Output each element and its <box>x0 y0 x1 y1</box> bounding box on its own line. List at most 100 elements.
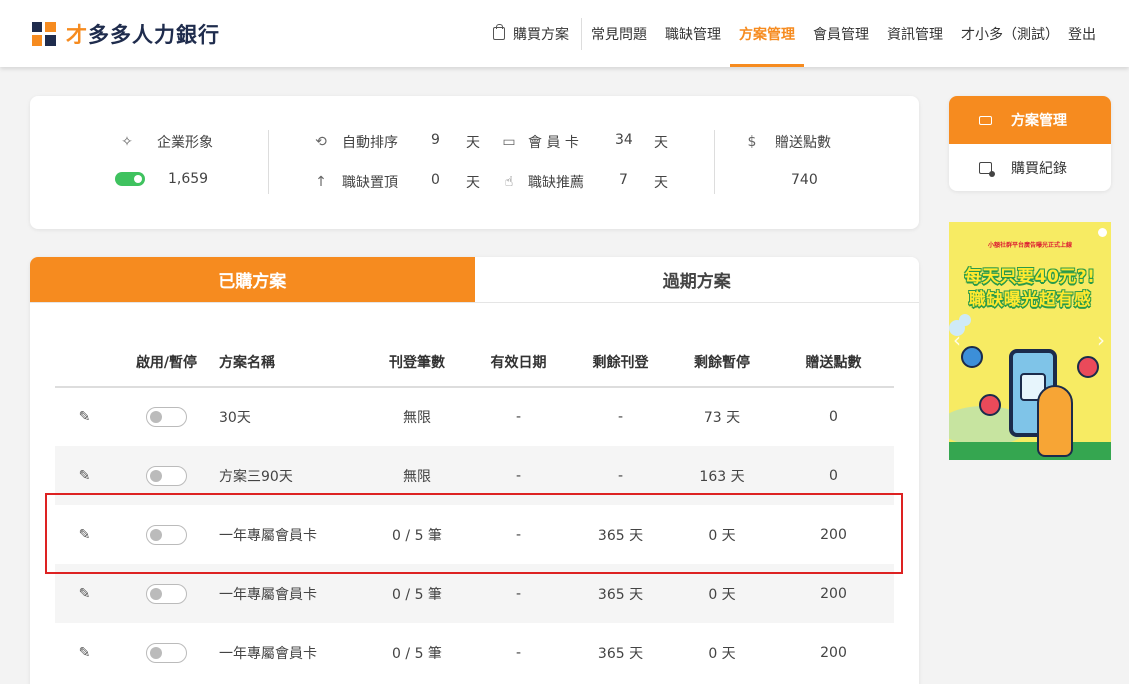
wallet-icon <box>979 115 992 125</box>
dollar-coin-icon: $ <box>747 134 757 150</box>
stats-card: ✧ 企業形象 1,659 ⟲ 自動排序 9 天 ↑ 職缺置頂 0 天 ▭ 會 員… <box>30 96 919 229</box>
sparkle-icon: ✧ <box>121 134 133 150</box>
brand-name: 才多多人力銀行 <box>66 23 220 47</box>
member-card-unit: 天 <box>654 135 668 151</box>
plan-remain-pause: 0 天 <box>708 645 736 662</box>
plan-valid: - <box>515 644 522 661</box>
edit-icon[interactable]: ✎ <box>79 645 91 661</box>
nav-jobs[interactable]: 職缺管理 <box>656 0 730 67</box>
plan-tabs: 已購方案 過期方案 <box>30 257 919 303</box>
plan-remain-post: 365 天 <box>597 527 644 544</box>
carousel-prev-icon[interactable]: ‹ <box>953 328 961 352</box>
stat-recommend: ☝ 職缺推薦 <box>500 172 584 192</box>
stats-divider <box>714 130 715 194</box>
plan-toggle[interactable] <box>146 583 187 604</box>
side-menu: 方案管理 購買紀錄 <box>949 96 1111 191</box>
col-count: 刊登筆數 <box>367 337 467 388</box>
top-header: 才多多人力銀行 購買方案 常見問題 職缺管理 方案管理 會員管理 資訊管理 才小… <box>0 0 1129 67</box>
plan-name: 一年專屬會員卡 <box>219 564 367 623</box>
arrow-up-icon: ↑ <box>315 174 327 190</box>
side-item-plan-management[interactable]: 方案管理 <box>949 96 1111 144</box>
plan-toggle[interactable] <box>146 465 187 486</box>
pin-unit: 天 <box>466 175 480 191</box>
auto-sort-unit: 天 <box>466 135 480 151</box>
table-row: ✎ 一年專屬會員卡 0 / 5 筆 - 365 天 0 天 200 <box>55 505 894 564</box>
stat-image-value: 1,659 <box>168 171 209 187</box>
carousel-next-icon[interactable]: › <box>1097 328 1105 352</box>
nav-user[interactable]: 才小多（測試） <box>952 0 1068 67</box>
nav-faq[interactable]: 常見問題 <box>582 0 656 67</box>
col-toggle: 啟用/暫停 <box>114 337 219 388</box>
side-item-purchase-records[interactable]: 購買紀錄 <box>949 144 1111 191</box>
hand-illustration <box>1037 385 1073 457</box>
edit-icon[interactable]: ✎ <box>79 527 91 543</box>
stat-member-card: ▭ 會 員 卡 <box>500 132 579 152</box>
refresh-icon: ⟲ <box>315 134 327 150</box>
plan-remain-post: - <box>617 409 624 425</box>
brand-logo[interactable]: 才多多人力銀行 <box>32 19 220 49</box>
col-edit <box>55 337 114 388</box>
nav-members[interactable]: 會員管理 <box>804 0 878 67</box>
plan-count: 0 / 5 筆 <box>392 527 442 544</box>
logo-mark-icon <box>32 22 56 46</box>
gift-points-value: 740 <box>791 172 818 188</box>
stats-divider <box>268 130 269 194</box>
table-header-row: 啟用/暫停 方案名稱 刊登筆數 有效日期 剩餘刊登 剩餘暫停 贈送點數 <box>55 337 894 388</box>
image-toggle[interactable] <box>115 172 145 186</box>
carousel-dot[interactable] <box>1098 228 1107 237</box>
plan-points: 200 <box>820 526 847 543</box>
ad-banner[interactable]: 小額社群平台廣告曝光正式上線 每天只要40元?! 職缺曝光超有感 ‹ › <box>949 222 1111 460</box>
recommend-value: 7 <box>619 172 628 188</box>
plan-remain-pause: 0 天 <box>671 564 773 623</box>
edit-icon[interactable]: ✎ <box>79 586 91 602</box>
plan-valid: - <box>467 446 570 505</box>
nav-plans[interactable]: 方案管理 <box>730 0 804 67</box>
plan-remain-post: 365 天 <box>570 564 671 623</box>
tab-purchased[interactable]: 已購方案 <box>30 257 475 302</box>
plan-toggle[interactable] <box>146 524 187 545</box>
table-row: ✎ 30天 無限 - - 73 天 0 <box>55 387 894 446</box>
plan-remain-pause: 73 天 <box>703 410 741 426</box>
nav-buy-plan[interactable]: 購買方案 <box>484 0 578 67</box>
tab-expired[interactable]: 過期方案 <box>474 257 919 302</box>
main-nav: 購買方案 常見問題 職缺管理 方案管理 會員管理 資訊管理 才小多（測試） 登出 <box>484 0 1105 67</box>
plan-remain-post: 365 天 <box>597 645 644 662</box>
shopping-bag-icon <box>493 24 505 40</box>
nav-logout[interactable]: 登出 <box>1068 0 1105 67</box>
plan-name: 一年專屬會員卡 <box>219 645 317 662</box>
edit-icon[interactable]: ✎ <box>79 409 91 425</box>
plan-valid: - <box>515 409 522 425</box>
stat-gift-points: $ 贈送點數 <box>743 132 831 152</box>
ground-shape <box>949 442 1111 460</box>
recommend-unit: 天 <box>654 175 668 191</box>
pin-value: 0 <box>431 172 440 188</box>
plan-toggle[interactable] <box>146 642 187 663</box>
nav-info[interactable]: 資訊管理 <box>878 0 952 67</box>
plan-remain-post: - <box>570 446 671 505</box>
plan-count: 0 / 5 筆 <box>392 645 442 662</box>
col-plan-name: 方案名稱 <box>219 337 367 388</box>
col-remain-pause: 剩餘暫停 <box>671 337 773 388</box>
plan-valid: - <box>467 564 570 623</box>
clipboard-clock-icon <box>979 162 995 177</box>
plan-name: 30天 <box>219 410 251 426</box>
edit-icon[interactable]: ✎ <box>79 468 91 484</box>
ad-headline-2: 職缺曝光超有感 <box>968 290 1092 310</box>
alert-bubble-icon <box>979 394 1001 416</box>
stat-auto-sort: ⟲ 自動排序 <box>312 132 398 152</box>
plan-count: 無限 <box>367 446 467 505</box>
col-points: 贈送點數 <box>773 337 894 388</box>
plan-toggle[interactable] <box>146 407 187 427</box>
plan-name: 一年專屬會員卡 <box>219 527 317 544</box>
plan-points: 0 <box>829 409 838 425</box>
stat-pin: ↑ 職缺置頂 <box>312 172 398 192</box>
table-row: ✎ 一年專屬會員卡 0 / 5 筆 - 365 天 0 天 200 <box>55 564 894 623</box>
cloud-shape <box>959 314 971 326</box>
plan-count: 0 / 5 筆 <box>367 564 467 623</box>
table-row: ✎ 方案三90天 無限 - - 163 天 0 <box>55 446 894 505</box>
member-card-value: 34 <box>615 132 633 148</box>
plan-count: 無限 <box>403 410 431 426</box>
col-valid: 有效日期 <box>467 337 570 388</box>
auto-sort-value: 9 <box>431 132 440 148</box>
plan-remain-pause: 163 天 <box>671 446 773 505</box>
